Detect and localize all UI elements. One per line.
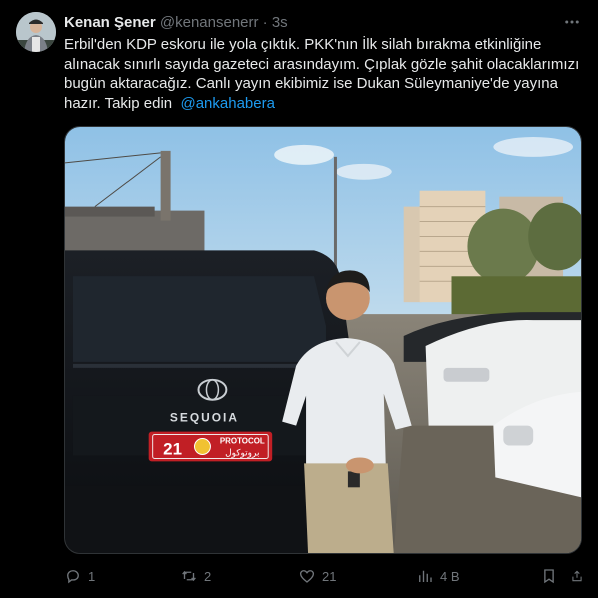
plate-label-ar: بروتوكول [225, 448, 259, 458]
avatar-image [16, 12, 56, 52]
avatar[interactable] [16, 12, 56, 52]
views-button[interactable]: 4 B [416, 564, 540, 588]
tweet[interactable]: Kenan Şener @kenansenerr · 3s Erbil'den … [0, 0, 598, 598]
author-name[interactable]: Kenan Şener [64, 14, 156, 31]
reply-icon [67, 570, 79, 584]
share-icon [572, 570, 582, 582]
action-bar: 1 2 21 4 B [64, 564, 584, 588]
separator-dot: · [262, 14, 268, 31]
media-photo: SEQUOIA 21 PROTOCOL بروتوكول [65, 127, 581, 553]
tweet-body: Erbil'den KDP eskoru ile yola çıktık. PK… [64, 36, 580, 112]
tweet-media[interactable]: SEQUOIA 21 PROTOCOL بروتوكول [64, 126, 582, 554]
plate-label: PROTOCOL [220, 437, 265, 446]
tweet-header: Kenan Şener @kenansenerr · 3s [64, 13, 582, 33]
reply-button[interactable]: 1 [64, 564, 180, 588]
like-button[interactable]: 21 [298, 564, 416, 588]
bookmark-icon [544, 569, 554, 584]
like-count: 21 [322, 568, 337, 584]
retweet-button[interactable]: 2 [180, 564, 298, 588]
share-button[interactable] [570, 564, 584, 588]
tweet-time[interactable]: 3s [272, 14, 288, 31]
vehicle-badge: SEQUOIA [170, 411, 239, 425]
tweet-text: Erbil'den KDP eskoru ile yola çıktık. PK… [64, 35, 582, 113]
mention-link[interactable]: @ankahabera [180, 95, 274, 112]
views-icon [419, 570, 432, 582]
more-icon[interactable] [560, 12, 584, 32]
views-count: 4 B [440, 568, 460, 584]
plate-number: 21 [163, 439, 182, 458]
retweet-icon [182, 570, 196, 582]
like-icon [299, 570, 315, 583]
bookmark-button[interactable] [540, 564, 570, 588]
author-handle[interactable]: @kenansenerr [160, 14, 259, 31]
retweet-count: 2 [204, 568, 212, 584]
reply-count: 1 [88, 568, 96, 584]
